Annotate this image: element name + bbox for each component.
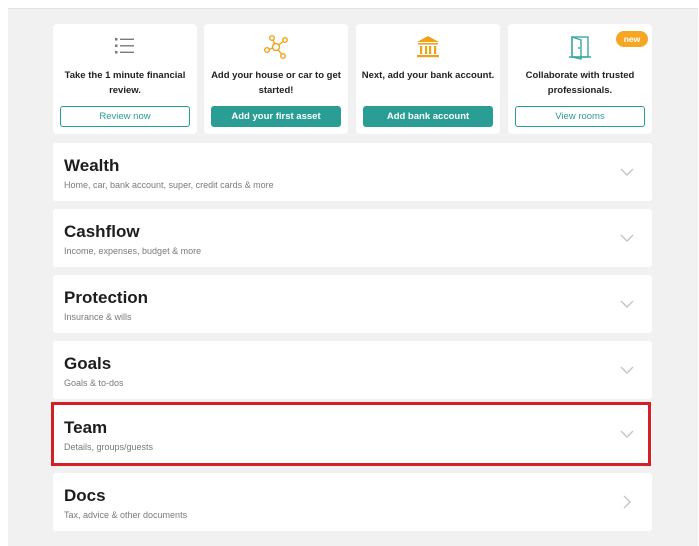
card-add-bank: Next, add your bank account. Add bank ac… [356,24,500,134]
card-text: Next, add your bank account. [361,70,495,81]
add-bank-account-button[interactable]: Add bank account [363,106,493,127]
card-collaborate: new Collaborate with trusted professiona… [508,24,652,134]
card-add-asset: Add your house or car to get started! Ad… [204,24,348,134]
section-cashflow[interactable]: Cashflow Income, expenses, budget & more [53,209,652,267]
card-text: Collaborate with trusted professionals. [525,70,635,96]
chevron-right-icon[interactable] [619,494,635,510]
chevron-down-icon[interactable] [619,230,635,246]
section-title: Wealth [64,156,120,175]
new-badge: new [616,31,648,47]
card-financial-review: Take the 1 minute financial review. Revi… [53,24,197,134]
review-now-button[interactable]: Review now [60,106,190,127]
card-text: Add your house or car to get started! [211,70,341,96]
section-title: Protection [64,288,149,307]
network-icon [204,34,348,60]
section-subtitle: Income, expenses, budget & more [64,246,202,256]
section-subtitle: Tax, advice & other documents [64,510,188,520]
chevron-down-icon[interactable] [619,296,635,312]
view-rooms-button[interactable]: View rooms [515,106,645,127]
onboarding-cards: Take the 1 minute financial review. Revi… [53,24,652,134]
section-title: Goals [64,354,112,373]
section-goals[interactable]: Goals Goals & to-dos [53,341,652,399]
section-team[interactable]: Team Details, groups/guests [53,405,652,463]
section-subtitle: Goals & to-dos [64,378,124,388]
add-first-asset-button[interactable]: Add your first asset [211,106,341,127]
section-subtitle: Details, groups/guests [64,442,154,452]
section-protection[interactable]: Protection Insurance & wills [53,275,652,333]
bank-icon [356,34,500,60]
section-title: Cashflow [64,222,140,241]
section-docs[interactable]: Docs Tax, advice & other documents [53,473,652,531]
section-title: Docs [64,486,106,505]
section-subtitle: Insurance & wills [64,312,132,322]
card-text: Take the 1 minute financial review. [64,70,186,96]
chevron-down-icon[interactable] [619,164,635,180]
list-icon [53,34,197,60]
section-subtitle: Home, car, bank account, super, credit c… [64,180,274,190]
section-wealth[interactable]: Wealth Home, car, bank account, super, c… [53,143,652,201]
chevron-down-icon[interactable] [619,362,635,378]
section-title: Team [64,418,108,437]
chevron-down-icon[interactable] [619,426,635,442]
